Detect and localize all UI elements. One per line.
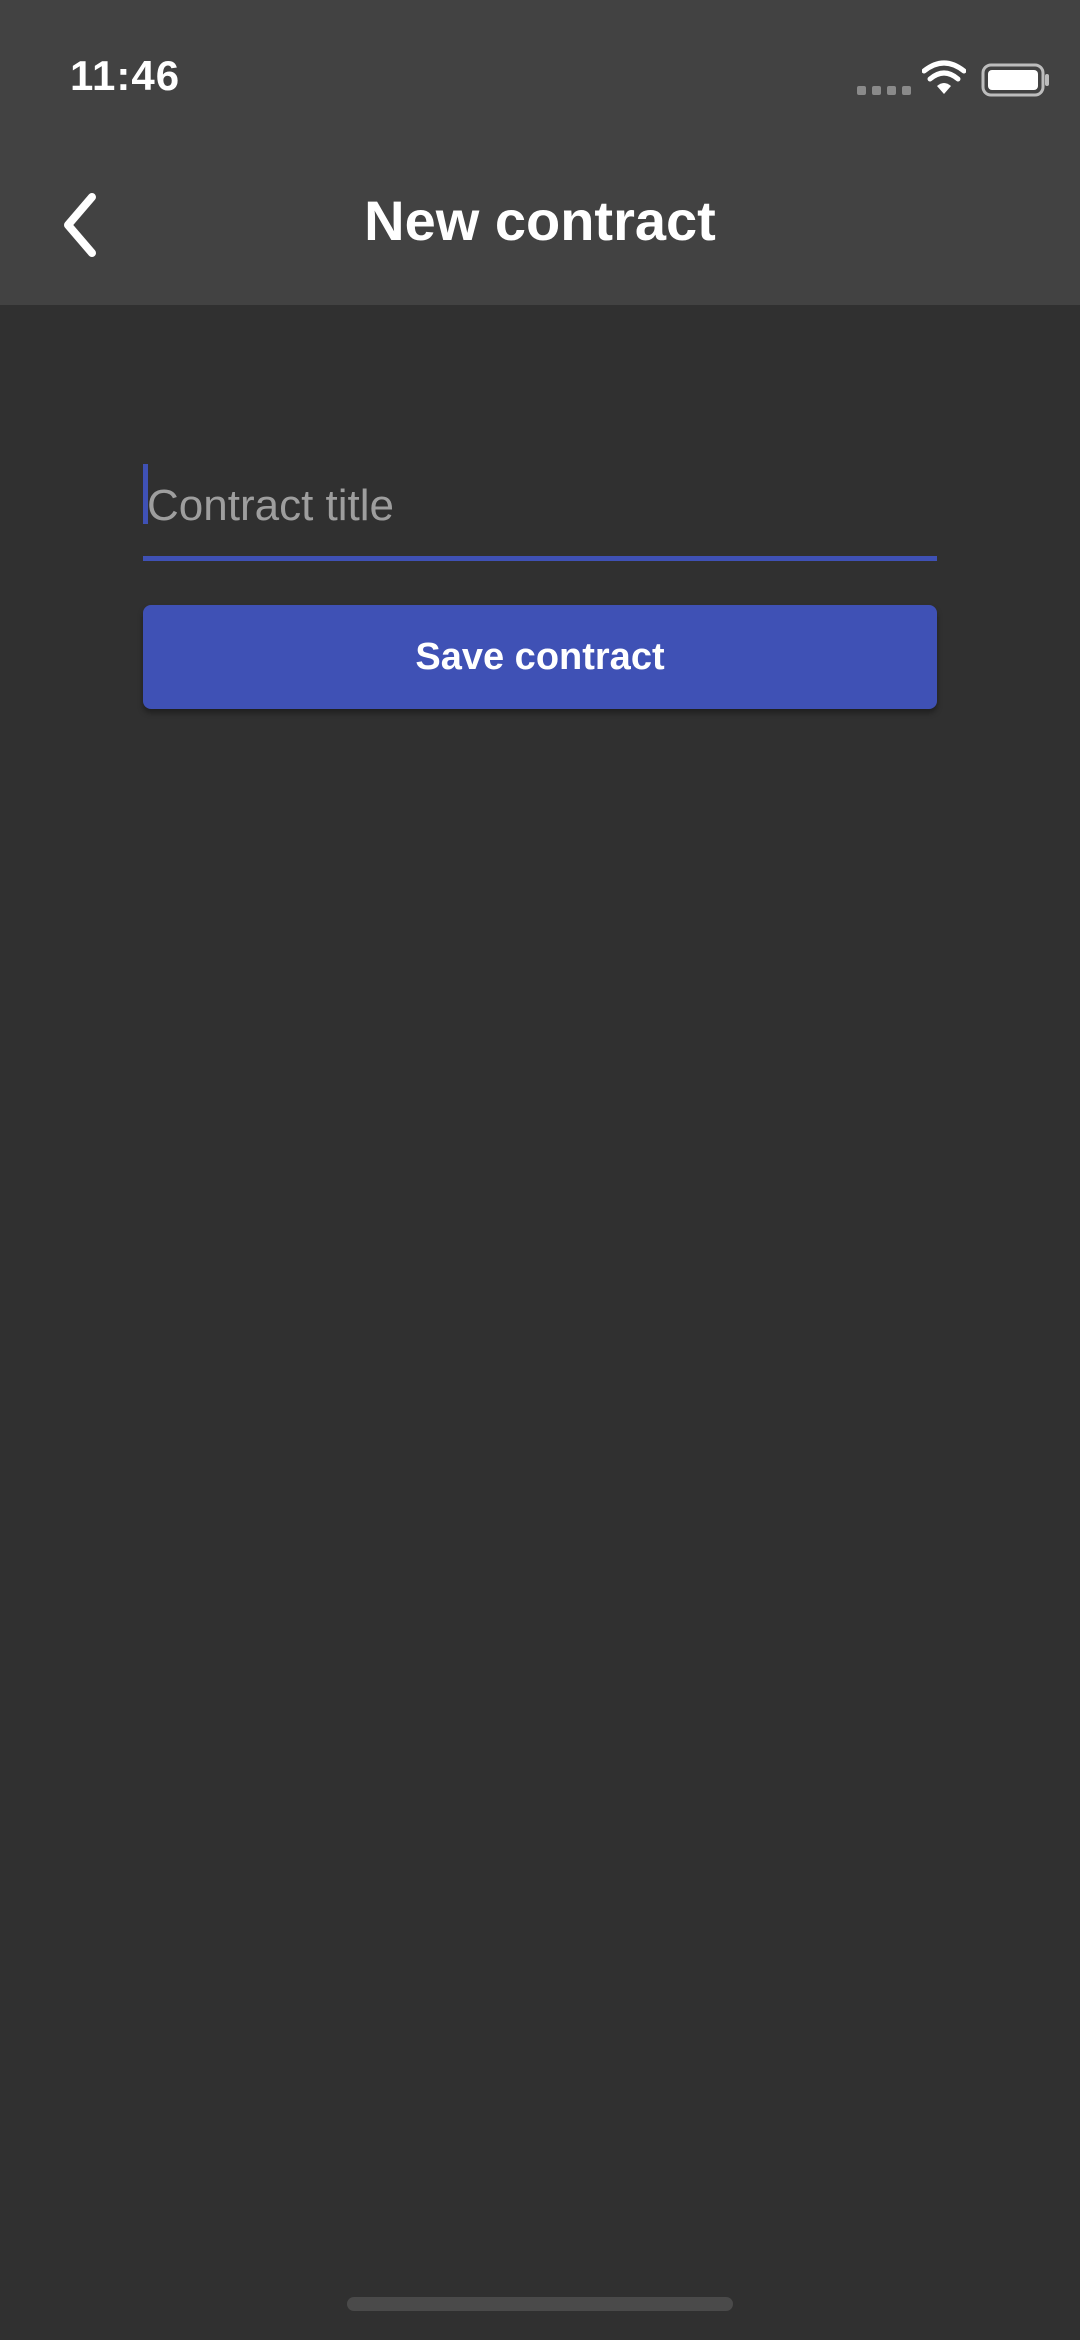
save-contract-button[interactable]: Save contract <box>143 605 937 709</box>
app-bar: 11:46 New contract <box>0 0 1080 305</box>
page-title: New contract <box>364 189 716 252</box>
contract-title-field <box>143 456 941 562</box>
input-underline <box>143 556 937 561</box>
wifi-icon <box>922 60 966 94</box>
status-time: 11:46 <box>70 52 181 99</box>
new-contract-screen: 11:46 New contract Save contract <box>0 0 1080 2340</box>
signal-dots-icon <box>857 86 911 95</box>
home-indicator[interactable] <box>347 2297 733 2311</box>
battery-icon <box>981 63 1049 97</box>
text-caret <box>143 464 148 524</box>
contract-title-input[interactable] <box>143 456 941 556</box>
